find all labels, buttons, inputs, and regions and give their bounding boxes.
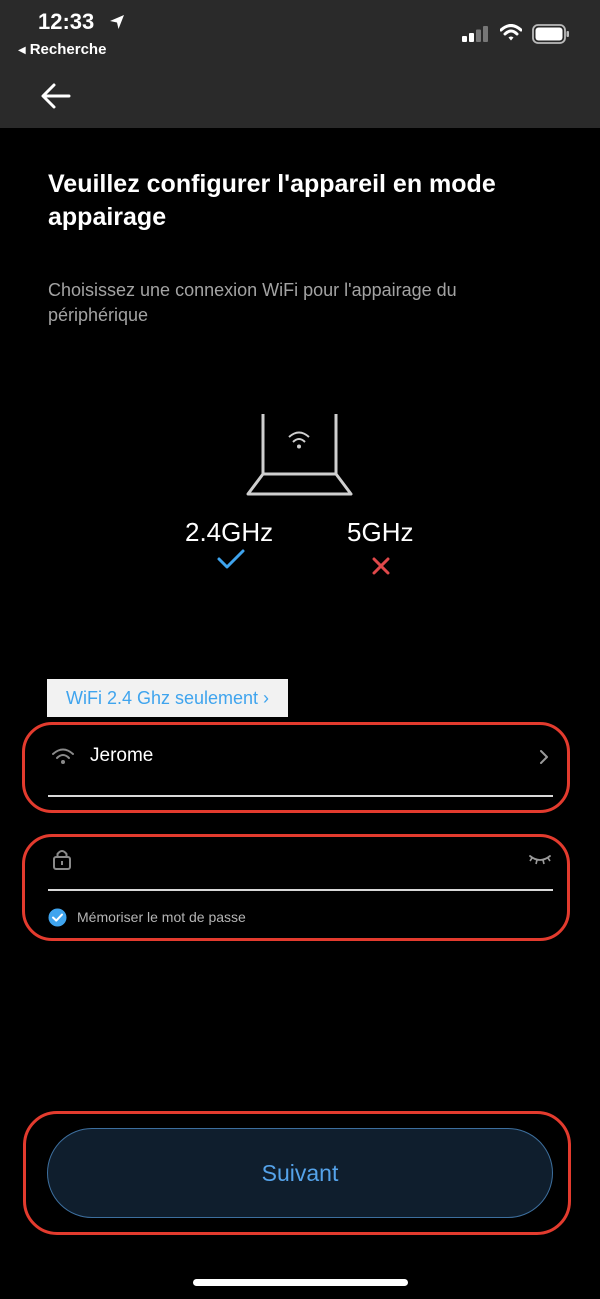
ssid-underline: [48, 795, 553, 797]
eye-closed-icon[interactable]: [528, 852, 552, 866]
band-2-4ghz-value: 2.4: [185, 517, 222, 547]
wifi-icon: [500, 24, 522, 41]
back-app-label: Recherche: [29, 41, 107, 58]
chevron-right-icon: [540, 750, 548, 764]
band-2-4ghz-unit: GHz: [221, 517, 274, 547]
next-button[interactable]: Suivant: [47, 1128, 553, 1218]
back-to-app-link[interactable]: ◀ Recherche: [18, 41, 106, 58]
lock-icon: [53, 850, 71, 870]
cellular-signal-icon: [462, 26, 488, 42]
battery-icon: [532, 24, 569, 44]
location-arrow-icon: [110, 15, 124, 29]
wifi-network-name: Jerome: [90, 745, 154, 766]
band-5ghz-value: 5: [347, 517, 362, 547]
home-indicator[interactable]: [193, 1279, 408, 1286]
wifi-2-4ghz-only-link[interactable]: WiFi 2.4 Ghz seulement ›: [47, 679, 288, 717]
remember-password-checkbox[interactable]: [48, 908, 67, 927]
page-subtitle: Choisissez une connexion WiFi pour l'app…: [48, 280, 457, 325]
arrow-left-icon[interactable]: [40, 82, 72, 110]
status-time: 12:33: [38, 9, 95, 34]
band-5ghz-label: 5GHz: [347, 517, 413, 548]
password-underline: [48, 889, 553, 891]
wifi-network-icon: [52, 748, 74, 764]
band-2-4ghz-label: 2.4GHz: [185, 517, 273, 548]
check-icon: [217, 549, 245, 569]
back-triangle-icon: ◀: [18, 45, 26, 56]
remember-password-label: Mémoriser le mot de passe: [77, 909, 246, 925]
band-5ghz-unit: GHz: [361, 517, 414, 547]
router-icon: [246, 414, 353, 496]
cross-icon: [372, 557, 390, 575]
page-title: Veuillez configurer l'appareil en mode a…: [48, 170, 496, 231]
password-input[interactable]: [48, 842, 518, 888]
